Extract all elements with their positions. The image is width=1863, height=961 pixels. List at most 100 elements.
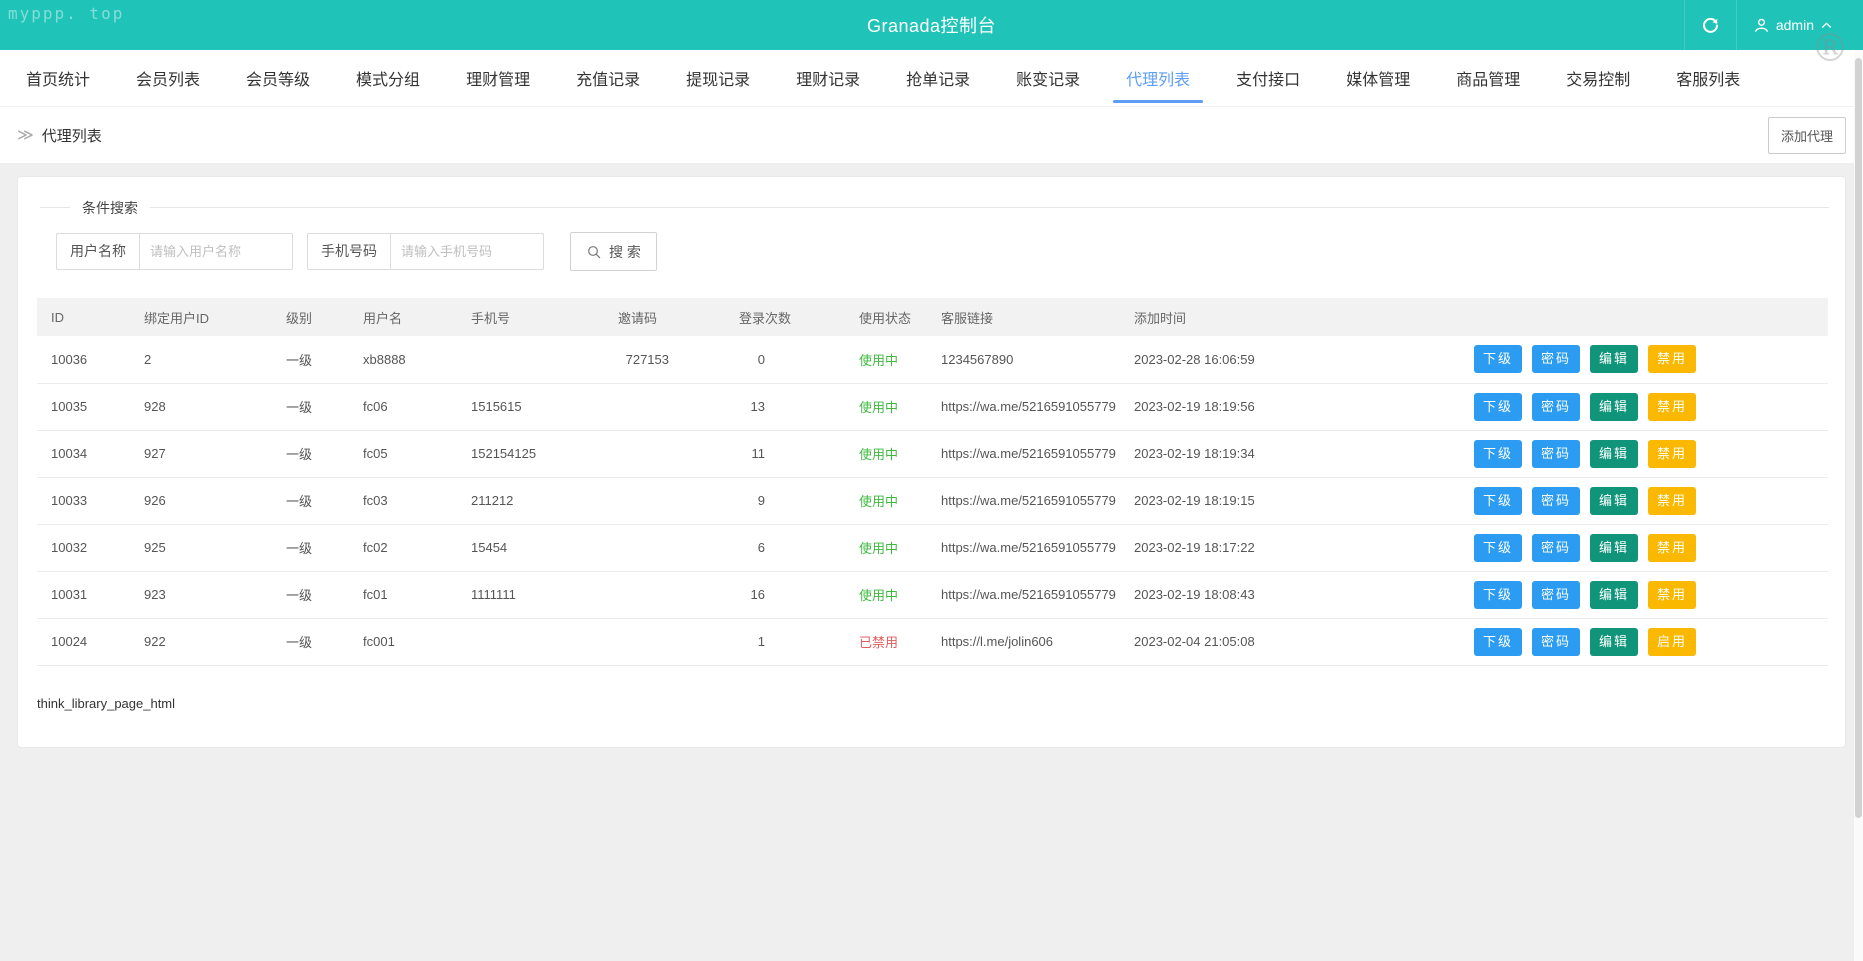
cell-status: 已禁用	[845, 618, 927, 665]
agents-table: ID绑定用户ID级别用户名手机号邀请码登录次数使用状态客服链接添加时间 1003…	[37, 298, 1828, 666]
cell-phone	[457, 618, 604, 665]
cell-username: xb8888	[349, 336, 457, 383]
action-button-禁用[interactable]: 禁用	[1648, 581, 1696, 609]
cell-phone: 15454	[457, 524, 604, 571]
action-button-下级[interactable]: 下级	[1474, 345, 1522, 373]
refresh-icon	[1701, 16, 1720, 35]
action-button-下级[interactable]: 下级	[1474, 534, 1522, 562]
action-button-编辑[interactable]: 编辑	[1590, 581, 1638, 609]
cell-bind_user_id: 922	[130, 618, 272, 665]
tab-理财管理[interactable]: 理财管理	[466, 50, 530, 106]
tab-账变记录[interactable]: 账变记录	[1016, 50, 1080, 106]
phone-field-label: 手机号码	[307, 233, 390, 270]
cell-id: 10036	[37, 336, 130, 383]
tab-充值记录[interactable]: 充值记录	[576, 50, 640, 106]
cell-bind_user_id: 926	[130, 477, 272, 524]
action-button-密码[interactable]: 密码	[1532, 581, 1580, 609]
cell-created_at: 2023-02-19 18:08:43	[1120, 571, 1460, 618]
cell-service_link: https://wa.me/5216591055779	[927, 524, 1120, 571]
cell-invite_code	[604, 477, 725, 524]
tab-会员列表[interactable]: 会员列表	[136, 50, 200, 106]
tab-商品管理[interactable]: 商品管理	[1456, 50, 1520, 106]
user-menu[interactable]: admin	[1736, 0, 1849, 50]
cell-level: 一级	[272, 571, 349, 618]
action-button-禁用[interactable]: 禁用	[1648, 534, 1696, 562]
action-button-下级[interactable]: 下级	[1474, 628, 1522, 656]
cell-login_count: 13	[725, 383, 845, 430]
tab-客服列表[interactable]: 客服列表	[1676, 50, 1740, 106]
app-title: Granada控制台	[867, 12, 996, 38]
status-badge: 使用中	[859, 494, 898, 509]
cell-login_count: 6	[725, 524, 845, 571]
status-badge: 使用中	[859, 353, 898, 368]
action-button-禁用[interactable]: 禁用	[1648, 345, 1696, 373]
username-input[interactable]	[139, 233, 293, 270]
cell-created_at: 2023-02-19 18:19:34	[1120, 430, 1460, 477]
tab-抢单记录[interactable]: 抢单记录	[906, 50, 970, 106]
table-row: 10035928一级fc06151561513使用中https://wa.me/…	[37, 383, 1828, 430]
search-button[interactable]: 搜 索	[570, 232, 657, 271]
cell-id: 10033	[37, 477, 130, 524]
action-button-编辑[interactable]: 编辑	[1590, 393, 1638, 421]
status-badge: 使用中	[859, 400, 898, 415]
cell-invite_code	[604, 383, 725, 430]
tab-会员等级[interactable]: 会员等级	[246, 50, 310, 106]
cell-id: 10032	[37, 524, 130, 571]
action-button-密码[interactable]: 密码	[1532, 393, 1580, 421]
cell-service_link: https://wa.me/5216591055779	[927, 383, 1120, 430]
watermark-text: myppp. top	[8, 4, 124, 23]
action-button-下级[interactable]: 下级	[1474, 440, 1522, 468]
user-icon	[1753, 17, 1770, 34]
cell-id: 10035	[37, 383, 130, 430]
cell-bind_user_id: 927	[130, 430, 272, 477]
action-button-编辑[interactable]: 编辑	[1590, 440, 1638, 468]
add-agent-button[interactable]: 添加代理	[1768, 117, 1846, 154]
tab-模式分组[interactable]: 模式分组	[356, 50, 420, 106]
refresh-button[interactable]	[1684, 0, 1736, 50]
tab-代理列表[interactable]: 代理列表	[1126, 50, 1190, 106]
action-button-禁用[interactable]: 禁用	[1648, 393, 1696, 421]
tab-支付接口[interactable]: 支付接口	[1236, 50, 1300, 106]
column-header: 使用状态	[845, 298, 927, 336]
vertical-scrollbar[interactable]	[1854, 50, 1863, 961]
cell-phone: 1111111	[457, 571, 604, 618]
cell-actions: 下级密码编辑禁用	[1460, 524, 1828, 571]
cell-login_count: 16	[725, 571, 845, 618]
action-button-禁用[interactable]: 禁用	[1648, 487, 1696, 515]
column-header: 手机号	[457, 298, 604, 336]
action-button-编辑[interactable]: 编辑	[1590, 345, 1638, 373]
tab-交易控制[interactable]: 交易控制	[1566, 50, 1630, 106]
cell-level: 一级	[272, 383, 349, 430]
scrollbar-thumb[interactable]	[1855, 58, 1862, 818]
cell-bind_user_id: 928	[130, 383, 272, 430]
breadcrumb: ≫ 代理列表	[17, 125, 102, 146]
cell-username: fc05	[349, 430, 457, 477]
action-button-编辑[interactable]: 编辑	[1590, 534, 1638, 562]
action-button-启用[interactable]: 启用	[1648, 628, 1696, 656]
tab-首页统计[interactable]: 首页统计	[26, 50, 90, 106]
cell-level: 一级	[272, 336, 349, 383]
cell-service_link: https://l.me/jolin606	[927, 618, 1120, 665]
action-button-编辑[interactable]: 编辑	[1590, 487, 1638, 515]
action-button-密码[interactable]: 密码	[1532, 440, 1580, 468]
cell-invite_code	[604, 524, 725, 571]
column-header: 绑定用户ID	[130, 298, 272, 336]
action-button-密码[interactable]: 密码	[1532, 628, 1580, 656]
action-button-下级[interactable]: 下级	[1474, 487, 1522, 515]
username: admin	[1776, 17, 1814, 33]
action-button-编辑[interactable]: 编辑	[1590, 628, 1638, 656]
action-button-密码[interactable]: 密码	[1532, 534, 1580, 562]
cell-status: 使用中	[845, 524, 927, 571]
cell-bind_user_id: 925	[130, 524, 272, 571]
action-button-下级[interactable]: 下级	[1474, 393, 1522, 421]
action-button-密码[interactable]: 密码	[1532, 487, 1580, 515]
tab-提现记录[interactable]: 提现记录	[686, 50, 750, 106]
action-button-下级[interactable]: 下级	[1474, 581, 1522, 609]
tab-媒体管理[interactable]: 媒体管理	[1346, 50, 1410, 106]
action-button-密码[interactable]: 密码	[1532, 345, 1580, 373]
content-card: 条件搜索 用户名称 手机号码 搜 索 ID	[17, 176, 1846, 748]
cell-status: 使用中	[845, 477, 927, 524]
phone-input[interactable]	[390, 233, 544, 270]
tab-理财记录[interactable]: 理财记录	[796, 50, 860, 106]
action-button-禁用[interactable]: 禁用	[1648, 440, 1696, 468]
